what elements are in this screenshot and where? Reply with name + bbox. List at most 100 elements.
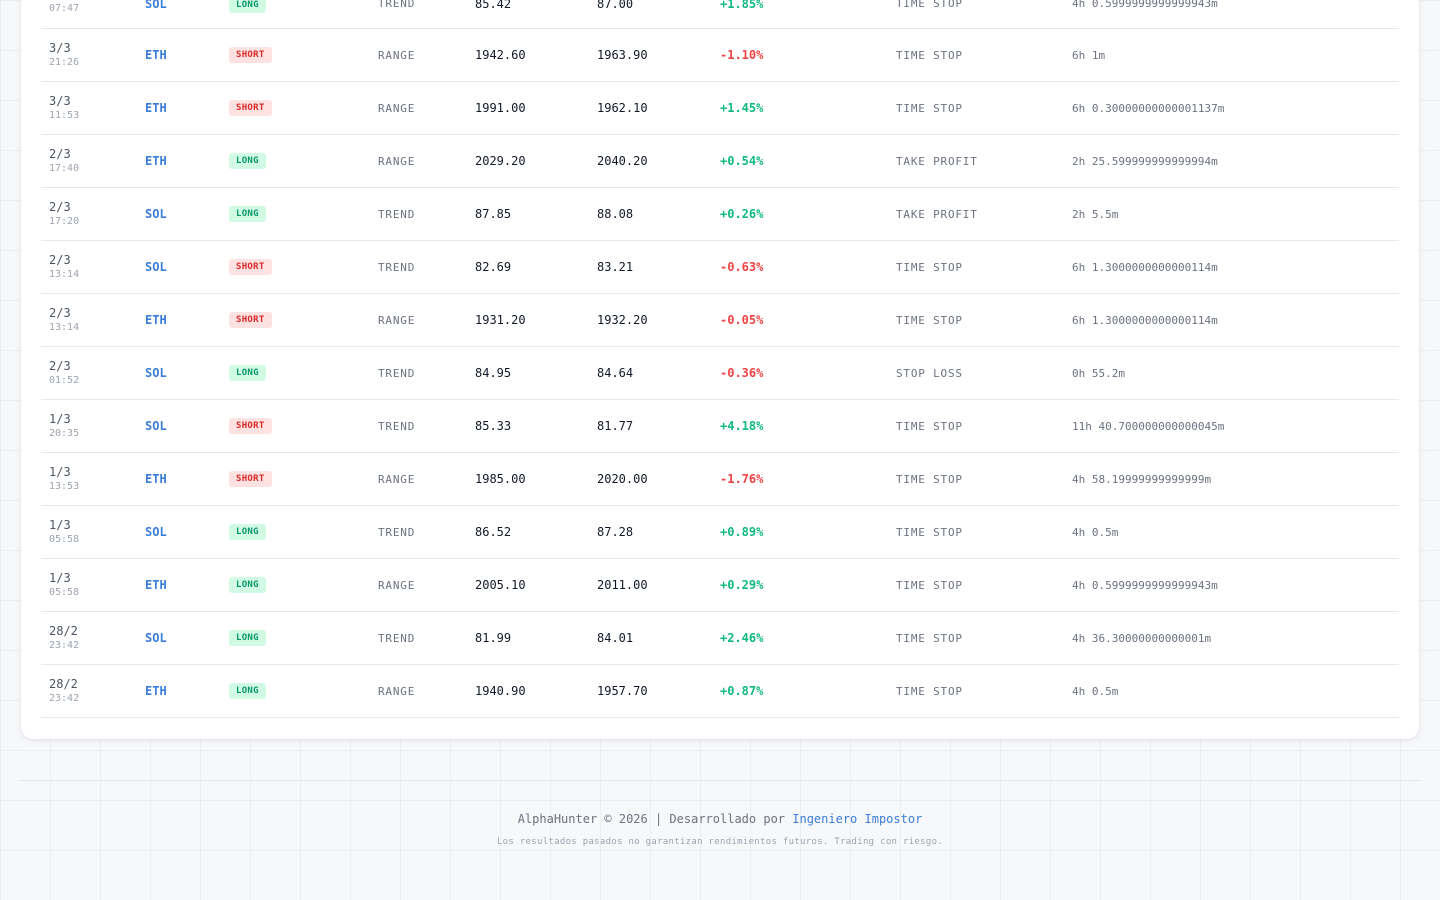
trade-duration: 6h 0.30000000000001137m [1072, 101, 1225, 115]
exit-reason: STOP LOSS [896, 366, 963, 380]
trade-time: 17:20 [49, 216, 80, 227]
asset-symbol[interactable]: SOL [145, 347, 167, 399]
entry-price: 82.69 [475, 260, 512, 274]
trade-date: 2/3 [49, 359, 71, 373]
trade-side: SHORT [229, 400, 272, 452]
trade-side: SHORT [229, 82, 272, 134]
regime-label: TREND [378, 419, 416, 433]
footer-credits: AlphaHunter © 2026 | Desarrollado por In… [0, 810, 1440, 828]
trade-datetime: 1/3 05:58 [49, 559, 79, 611]
trade-datetime: 3/3 21:26 [49, 29, 79, 81]
trade-date: 28/2 [49, 624, 78, 638]
exit-reason: TIME STOP [896, 684, 963, 698]
table-row: 2/3 17:20 LONG SOL TREND 87.85 88.08 +0.26% TAKE… [41, 188, 1399, 241]
exit-reason: TIME STOP [896, 472, 963, 486]
trade-duration: 6h 1.3000000000000114m [1072, 313, 1218, 327]
footer-divider [20, 780, 1420, 781]
long-badge: LONG [229, 630, 266, 646]
trade-time: 17:40 [49, 163, 80, 174]
trade-history-table: 07:47 LONG SOL TREND 85.42 87.00 +1.85% TIME ST… [41, 0, 1399, 718]
exit-price: 83.21 [597, 260, 634, 274]
short-badge: SHORT [229, 418, 272, 434]
exit-price: 87.28 [597, 525, 634, 539]
entry-price: 2029.20 [475, 154, 526, 168]
long-badge: LONG [229, 577, 266, 593]
trade-duration: 4h 0.5m [1072, 684, 1119, 698]
table-row: 3/3 21:26 SHORT ETH RANGE 1942.60 1963.90 -1.10… [41, 29, 1399, 82]
exit-reason: TIME STOP [896, 101, 963, 115]
trade-duration: 11h 40.700000000000045m [1072, 419, 1225, 433]
asset-symbol[interactable]: ETH [145, 559, 167, 611]
asset-symbol[interactable]: SOL [145, 506, 167, 558]
asset-symbol[interactable]: SOL [145, 188, 167, 240]
pnl-percent: +0.26% [720, 207, 764, 221]
asset-symbol[interactable]: ETH [145, 135, 167, 187]
trade-datetime: 2/3 17:20 [49, 188, 79, 240]
trade-datetime: 1/3 05:58 [49, 506, 79, 558]
trade-duration: 4h 58.19999999999999m [1072, 472, 1212, 486]
trade-datetime: 2/3 13:14 [49, 241, 79, 293]
trade-time: 13:14 [49, 269, 80, 280]
trade-date: 2/3 [49, 147, 71, 161]
trade-datetime: 07:47 [49, 0, 79, 28]
exit-reason: TAKE PROFIT [896, 207, 978, 221]
trade-datetime: 2/3 17:40 [49, 135, 79, 187]
pnl-percent: +4.18% [720, 419, 764, 433]
trade-date: 1/3 [49, 465, 71, 479]
trade-side: LONG [229, 506, 266, 558]
asset-symbol[interactable]: SOL [145, 400, 167, 452]
pnl-percent: -1.76% [720, 472, 764, 486]
entry-price: 1985.00 [475, 472, 526, 486]
exit-price: 88.08 [597, 207, 634, 221]
asset-symbol[interactable]: SOL [145, 612, 167, 664]
asset-symbol[interactable]: SOL [145, 241, 167, 293]
short-badge: SHORT [229, 47, 272, 63]
pnl-percent: +0.29% [720, 578, 764, 592]
pnl-percent: +1.45% [720, 101, 764, 115]
regime-label: RANGE [378, 313, 416, 327]
trade-duration: 4h 36.30000000000001m [1072, 631, 1212, 645]
pnl-percent: +1.85% [720, 0, 764, 11]
table-row: 28/2 23:42 LONG ETH RANGE 1940.90 1957.70 +0.87… [41, 665, 1399, 718]
asset-symbol[interactable]: ETH [145, 29, 167, 81]
trade-duration: 4h 0.5999999999999943m [1072, 578, 1218, 592]
trade-datetime: 28/2 23:42 [49, 612, 79, 664]
footer-author-link[interactable]: Ingeniero Impostor [792, 812, 922, 826]
pnl-percent: +0.54% [720, 154, 764, 168]
trade-date: 1/3 [49, 518, 71, 532]
asset-symbol[interactable]: ETH [145, 294, 167, 346]
table-row: 1/3 13:53 SHORT ETH RANGE 1985.00 2020.00 -1.76… [41, 453, 1399, 506]
exit-price: 2020.00 [597, 472, 648, 486]
trade-time: 11:53 [49, 110, 80, 121]
long-badge: LONG [229, 365, 266, 381]
long-badge: LONG [229, 683, 266, 699]
trade-side: SHORT [229, 241, 272, 293]
pnl-percent: -0.05% [720, 313, 764, 327]
trade-datetime: 2/3 13:14 [49, 294, 79, 346]
long-badge: LONG [229, 153, 266, 169]
regime-label: TREND [378, 631, 416, 645]
trade-date: 2/3 [49, 200, 71, 214]
regime-label: RANGE [378, 154, 416, 168]
trade-time: 21:26 [49, 57, 80, 68]
regime-label: RANGE [378, 578, 416, 592]
asset-symbol[interactable]: ETH [145, 82, 167, 134]
exit-price: 81.77 [597, 419, 634, 433]
asset-symbol[interactable]: SOL [145, 0, 167, 28]
pnl-percent: +2.46% [720, 631, 764, 645]
trade-datetime: 28/2 23:42 [49, 665, 79, 717]
entry-price: 84.95 [475, 366, 512, 380]
trade-time: 05:58 [49, 587, 80, 598]
trade-side: LONG [229, 135, 266, 187]
trade-time: 05:58 [49, 534, 80, 545]
trade-time: 13:14 [49, 322, 80, 333]
exit-price: 84.64 [597, 366, 634, 380]
trade-side: LONG [229, 188, 266, 240]
asset-symbol[interactable]: ETH [145, 453, 167, 505]
asset-symbol[interactable]: ETH [145, 665, 167, 717]
exit-price: 84.01 [597, 631, 634, 645]
footer-disclaimer: Los resultados pasados no garantizan ren… [496, 837, 944, 847]
trade-time: 01:52 [49, 375, 80, 386]
short-badge: SHORT [229, 100, 272, 116]
table-row: 2/3 17:40 LONG ETH RANGE 2029.20 2040.20 +0.54%… [41, 135, 1399, 188]
